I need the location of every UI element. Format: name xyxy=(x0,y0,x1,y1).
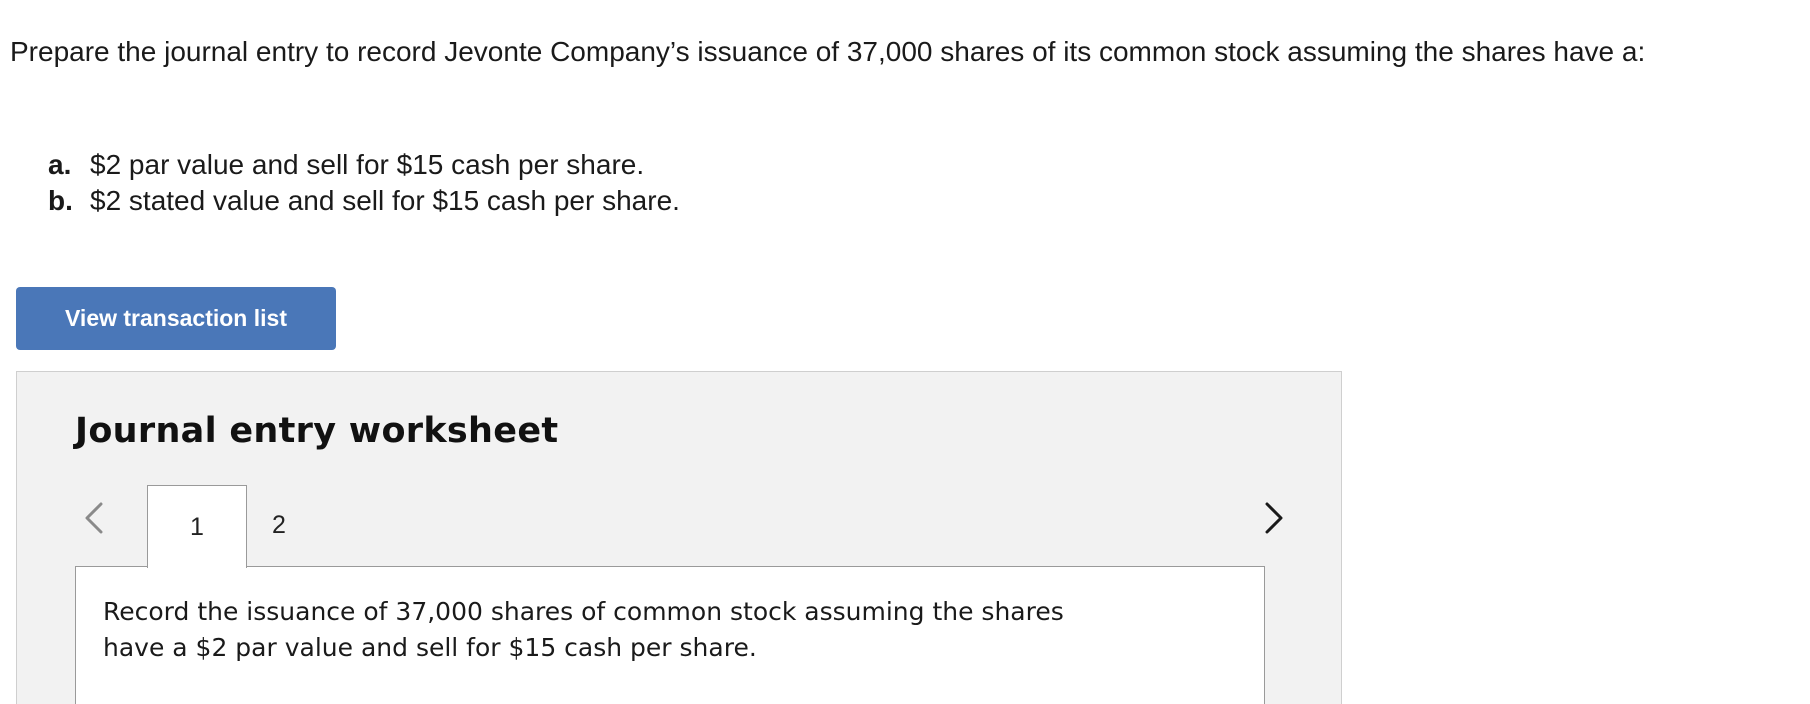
previous-entry-button[interactable] xyxy=(75,494,111,542)
question-intro: Prepare the journal entry to record Jevo… xyxy=(10,36,1646,67)
chevron-left-icon xyxy=(85,502,103,534)
part-letter: b. xyxy=(48,185,73,216)
chevron-right-icon xyxy=(1265,502,1283,534)
entry-instruction: Record the issuance of 37,000 shares of … xyxy=(103,597,1064,662)
view-transaction-list-button[interactable]: View transaction list xyxy=(16,287,336,350)
tab-entry-2[interactable]: 2 xyxy=(249,485,309,566)
part-text: $2 stated value and sell for $15 cash pe… xyxy=(90,185,680,216)
next-entry-button[interactable] xyxy=(1257,494,1293,542)
part-text: $2 par value and sell for $15 cash per s… xyxy=(90,149,645,180)
question-part-a: a. $2 par value and sell for $15 cash pe… xyxy=(48,147,680,183)
question-part-b: b. $2 stated value and sell for $15 cash… xyxy=(48,183,680,219)
journal-entry-worksheet: Journal entry worksheet 1 2 Record the i… xyxy=(16,371,1342,704)
tab-entry-1[interactable]: 1 xyxy=(147,485,247,568)
part-letter: a. xyxy=(48,149,72,180)
entry-panel: Record the issuance of 37,000 shares of … xyxy=(75,566,1265,704)
question-parts-list: a. $2 par value and sell for $15 cash pe… xyxy=(48,147,680,219)
worksheet-title: Journal entry worksheet xyxy=(75,411,559,451)
